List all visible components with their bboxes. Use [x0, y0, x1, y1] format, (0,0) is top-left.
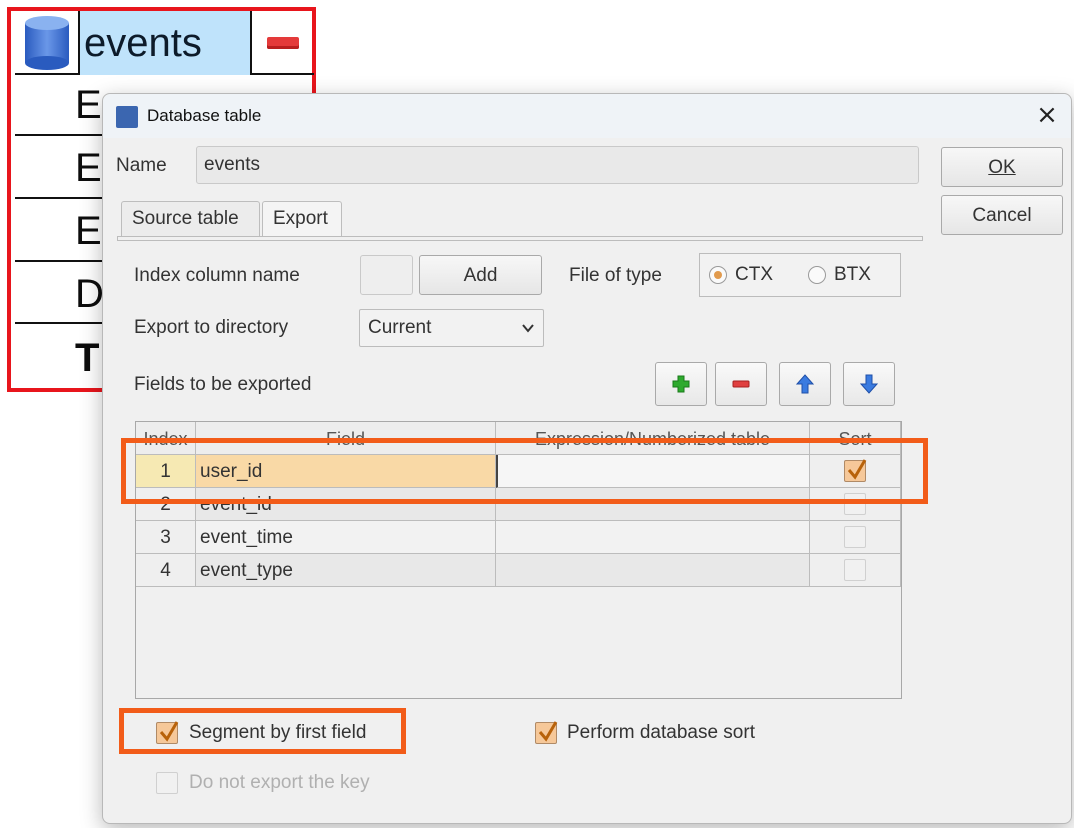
highlight-box-row — [121, 438, 928, 504]
index-cell[interactable]: 4 — [136, 554, 196, 587]
tab-export-label: Export — [273, 208, 328, 229]
highlight-box-segment — [119, 708, 406, 754]
tab-panel-border — [117, 236, 923, 241]
sort-cell[interactable] — [810, 521, 901, 554]
sort-checkbox[interactable] — [844, 559, 866, 581]
file-of-type-label: File of type — [569, 265, 662, 286]
cancel-button-label: Cancel — [972, 205, 1032, 226]
name-field-value: events — [204, 154, 260, 175]
name-label: Name — [116, 155, 167, 176]
minus-icon — [732, 380, 750, 388]
title-bar[interactable]: Database table × — [103, 94, 1071, 138]
fields-label: Fields to be exported — [134, 374, 312, 395]
ok-button-label: OK — [942, 157, 1062, 179]
radio-ctx[interactable] — [709, 266, 727, 284]
remove-field-button[interactable] — [715, 362, 767, 406]
entity-row-label: E — [75, 209, 102, 253]
app-icon — [116, 106, 138, 128]
ok-button[interactable]: OK — [941, 147, 1063, 187]
index-cell[interactable]: 3 — [136, 521, 196, 554]
field-value: event_type — [200, 560, 293, 581]
index-column-label: Index column name — [134, 265, 300, 286]
close-icon[interactable]: × — [1033, 102, 1061, 130]
checkmark-icon — [538, 721, 558, 742]
collapse-minus-icon[interactable] — [267, 37, 299, 49]
add-button[interactable]: Add — [419, 255, 542, 295]
entity-title-cell: events — [78, 11, 252, 75]
database-sort-label: Perform database sort — [567, 722, 755, 743]
screen: events E E E D T Database table × Name e… — [0, 0, 1074, 828]
sort-checkbox[interactable] — [844, 526, 866, 548]
no-key-label: Do not export the key — [189, 772, 370, 793]
entity-row-label: E — [75, 83, 102, 127]
plus-icon — [672, 375, 690, 393]
expression-cell[interactable] — [496, 554, 810, 587]
ok-text: OK — [988, 157, 1016, 178]
arrow-up-icon — [795, 374, 815, 394]
expression-cell[interactable] — [496, 521, 810, 554]
export-directory-label: Export to directory — [134, 317, 289, 338]
database-sort-checkbox[interactable] — [535, 721, 558, 744]
add-field-button[interactable] — [655, 362, 707, 406]
dialog-title: Database table — [147, 106, 262, 125]
entity-row-label: T — [75, 336, 100, 380]
index-value: 4 — [160, 560, 171, 581]
table-row[interactable]: 3 event_time — [136, 521, 901, 554]
sort-cell[interactable] — [810, 554, 901, 587]
entity-title: events — [84, 21, 202, 65]
export-directory-select[interactable]: Current — [359, 309, 544, 347]
field-cell[interactable]: event_type — [196, 554, 496, 587]
chevron-down-icon — [522, 324, 534, 333]
no-key-checkbox[interactable] — [156, 772, 178, 794]
add-button-label: Add — [463, 265, 498, 286]
radio-btx[interactable] — [808, 266, 826, 284]
index-value: 3 — [160, 527, 171, 548]
field-value: event_time — [200, 527, 293, 548]
radio-btx-label: BTX — [834, 264, 871, 285]
export-directory-value: Current — [368, 317, 432, 338]
tab-source-table-label: Source table — [132, 208, 239, 229]
move-up-button[interactable] — [779, 362, 831, 406]
tab-source-table[interactable]: Source table — [121, 201, 260, 237]
move-down-button[interactable] — [843, 362, 895, 406]
index-column-field[interactable] — [360, 255, 413, 295]
field-cell[interactable]: event_time — [196, 521, 496, 554]
database-icon — [25, 16, 69, 70]
entity-header: events — [15, 11, 314, 75]
entity-row-label: E — [75, 146, 102, 190]
file-type-radio-group: CTX BTX — [699, 253, 901, 297]
name-field[interactable]: events — [196, 146, 919, 184]
arrow-down-icon — [859, 374, 879, 394]
entity-row-label: D — [75, 272, 104, 316]
table-row[interactable]: 4 event_type — [136, 554, 901, 587]
radio-ctx-label: CTX — [735, 264, 773, 285]
cancel-button[interactable]: Cancel — [941, 195, 1063, 235]
tab-export[interactable]: Export — [262, 201, 342, 237]
